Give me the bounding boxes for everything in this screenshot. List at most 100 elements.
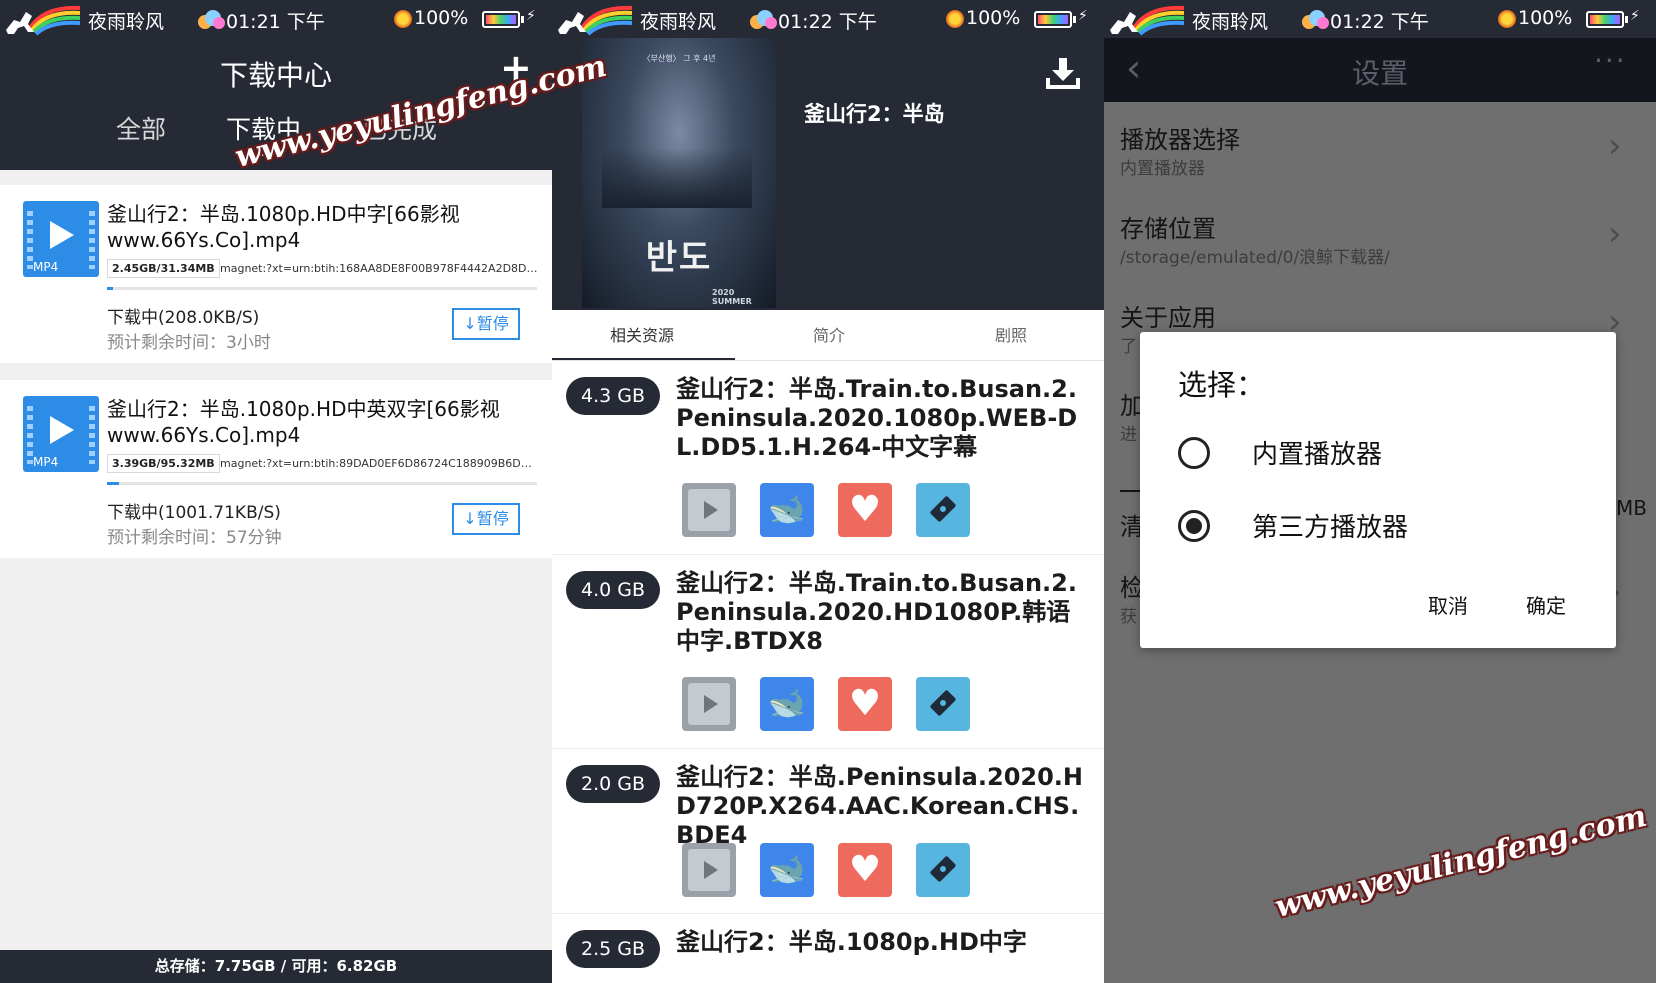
radio-builtin-player[interactable]: [1178, 437, 1210, 469]
poster-release: 2020 SUMMER: [712, 288, 752, 306]
charging-icon: ⚡: [1630, 8, 1640, 24]
poster-scene: [602, 148, 752, 208]
settings-row-subtitle: 获: [1120, 607, 1137, 627]
download-icon[interactable]: [1045, 56, 1081, 90]
battery-tip: [1625, 16, 1628, 23]
brightness-icon: [946, 10, 964, 28]
movie-detail-screen: 夜雨聆风 01:22 下午 100% ⚡ 〈부산행〉 그 후 4년 반도 202…: [552, 0, 1104, 983]
download-arrow-icon: ↓: [463, 314, 477, 333]
radio-third-party-player[interactable]: [1178, 510, 1210, 542]
download-status: 下载中(1001.71KB/S): [107, 503, 281, 523]
resource-item[interactable]: 4.0 GB 釜山行2：半岛.Train.to.Busan.2.Peninsul…: [552, 555, 1104, 749]
horse-logo-icon: [6, 5, 81, 36]
progress-bar: [107, 482, 537, 485]
movie-poster: 〈부산행〉 그 후 4년 반도 2020 SUMMER: [582, 38, 776, 308]
play-icon[interactable]: [682, 483, 736, 537]
file-ext-label: MP4: [33, 455, 59, 469]
battery-percent: 100%: [1518, 7, 1573, 29]
tab-stills[interactable]: 剧照: [995, 322, 1027, 346]
resource-title: 釜山行2：半岛.Train.to.Busan.2.Peninsula.2020.…: [676, 375, 1078, 461]
pause-button[interactable]: ↓暂停: [452, 308, 520, 340]
status-bar: 夜雨聆风 01:22 下午 100% ⚡: [1104, 0, 1656, 38]
battery-percent: 100%: [414, 7, 469, 29]
battery-tip: [521, 16, 524, 23]
link-tag-icon[interactable]: [916, 483, 970, 537]
video-file-icon: MP4: [23, 201, 99, 277]
download-item[interactable]: MP4 釜山行2：半岛.1080p.HD中字[66影视www.66Ys.Co].…: [0, 185, 552, 363]
magnet-link: magnet:?xt=urn:btih:168AA8DE8F00B978F444…: [220, 262, 538, 275]
settings-row-subtitle: 进: [1120, 425, 1137, 445]
settings-row-title: 存储位置: [1120, 215, 1216, 243]
battery-icon: [482, 11, 520, 28]
link-tag-icon[interactable]: [916, 843, 970, 897]
resource-item[interactable]: 2.5 GB 釜山行2：半岛.1080p.HD中字: [552, 914, 1104, 983]
heart-icon[interactable]: ♥: [838, 483, 892, 537]
charging-icon: ⚡: [526, 8, 536, 24]
status-app-name: 夜雨聆风: [1192, 11, 1269, 33]
size-badge: 2.45GB/31.34MB: [107, 259, 220, 278]
tab-synopsis[interactable]: 简介: [813, 322, 845, 346]
status-app-name: 夜雨聆风: [88, 11, 165, 33]
whale-download-icon[interactable]: 🐋: [760, 677, 814, 731]
ok-button[interactable]: 确定: [1526, 590, 1566, 619]
heart-icon[interactable]: ♥: [838, 843, 892, 897]
more-icon[interactable]: ···: [1594, 44, 1627, 77]
row-divider: [1120, 490, 1142, 492]
page-title: 设置: [1351, 57, 1408, 90]
whale-download-icon[interactable]: 🐋: [760, 483, 814, 537]
pause-button[interactable]: ↓暂停: [452, 503, 520, 535]
file-name: 釜山行2：半岛.1080p.HD中英双字[66影视www.66Ys.Co].mp…: [107, 397, 500, 447]
resource-title: 釜山行2：半岛.1080p.HD中字: [676, 928, 1027, 956]
weather-cloud-icon: [1302, 10, 1329, 29]
pause-label: 暂停: [476, 314, 509, 333]
status-time: 01:22 下午: [778, 11, 877, 33]
brightness-icon: [1498, 10, 1516, 28]
weather-cloud-icon: [750, 10, 777, 29]
status-bar: 夜雨聆风 01:21 下午 100% ⚡: [0, 0, 552, 38]
status-app-name: 夜雨聆风: [640, 11, 717, 33]
status-time: 01:21 下午: [226, 11, 325, 33]
chevron-right-icon: ›: [1608, 126, 1622, 166]
brightness-icon: [394, 10, 412, 28]
file-name: 釜山行2：半岛.1080p.HD中字[66影视www.66Ys.Co].mp4: [107, 202, 460, 252]
play-icon[interactable]: [682, 843, 736, 897]
poster-tagline: 〈부산행〉 그 후 4년: [642, 54, 716, 63]
play-icon[interactable]: [682, 677, 736, 731]
tab-related-resources[interactable]: 相关资源: [610, 322, 674, 346]
settings-row-subtitle: /storage/emulated/0/浪鲸下载器/: [1120, 248, 1390, 268]
eta-text: 预计剩余时间：57分钟: [107, 528, 282, 548]
download-status: 下载中(208.0KB/S): [107, 308, 260, 328]
video-file-icon: MP4: [23, 396, 99, 472]
status-bar: 夜雨聆风 01:22 下午 100% ⚡: [552, 0, 1104, 38]
pause-label: 暂停: [476, 509, 509, 528]
settings-row-title: 播放器选择: [1120, 126, 1240, 154]
size-pill: 4.3 GB: [566, 377, 660, 415]
resource-item[interactable]: 4.3 GB 釜山行2：半岛.Train.to.Busan.2.Peninsul…: [552, 361, 1104, 555]
horse-logo-icon: [558, 5, 633, 36]
tab-all[interactable]: 全部: [116, 110, 166, 146]
option-builtin-player[interactable]: 内置播放器: [1252, 434, 1382, 471]
download-item[interactable]: MP4 釜山行2：半岛.1080p.HD中英双字[66影视www.66Ys.Co…: [0, 380, 552, 558]
resource-title: 釜山行2：半岛.Peninsula.2020.HD720P.X264.AAC.K…: [676, 763, 1083, 849]
magnet-link: magnet:?xt=urn:btih:89DAD0EF6D86724C1889…: [220, 457, 538, 470]
size-pill: 2.5 GB: [566, 930, 660, 968]
status-time: 01:22 下午: [1330, 11, 1429, 33]
battery-tip: [1073, 16, 1076, 23]
download-arrow-icon: ↓: [463, 509, 477, 528]
storage-footer: 总存储：7.75GB / 可用：6.82GB: [0, 950, 552, 983]
horse-logo-icon: [1110, 5, 1185, 36]
cancel-button[interactable]: 取消: [1428, 590, 1468, 619]
dialog-title: 选择：: [1178, 368, 1266, 402]
charging-icon: ⚡: [1078, 8, 1088, 24]
chevron-right-icon: ›: [1608, 214, 1622, 254]
eta-text: 预计剩余时间：3小时: [107, 333, 271, 353]
resource-item[interactable]: 2.0 GB 釜山行2：半岛.Peninsula.2020.HD720P.X26…: [552, 749, 1104, 914]
link-tag-icon[interactable]: [916, 677, 970, 731]
resource-title: 釜山行2：半岛.Train.to.Busan.2.Peninsula.2020.…: [676, 569, 1077, 655]
file-ext-label: MP4: [33, 260, 59, 274]
heart-icon[interactable]: ♥: [838, 677, 892, 731]
whale-download-icon[interactable]: 🐋: [760, 843, 814, 897]
option-third-party-player[interactable]: 第三方播放器: [1252, 507, 1408, 544]
battery-percent: 100%: [966, 7, 1021, 29]
poster-title: 반도: [645, 238, 713, 278]
